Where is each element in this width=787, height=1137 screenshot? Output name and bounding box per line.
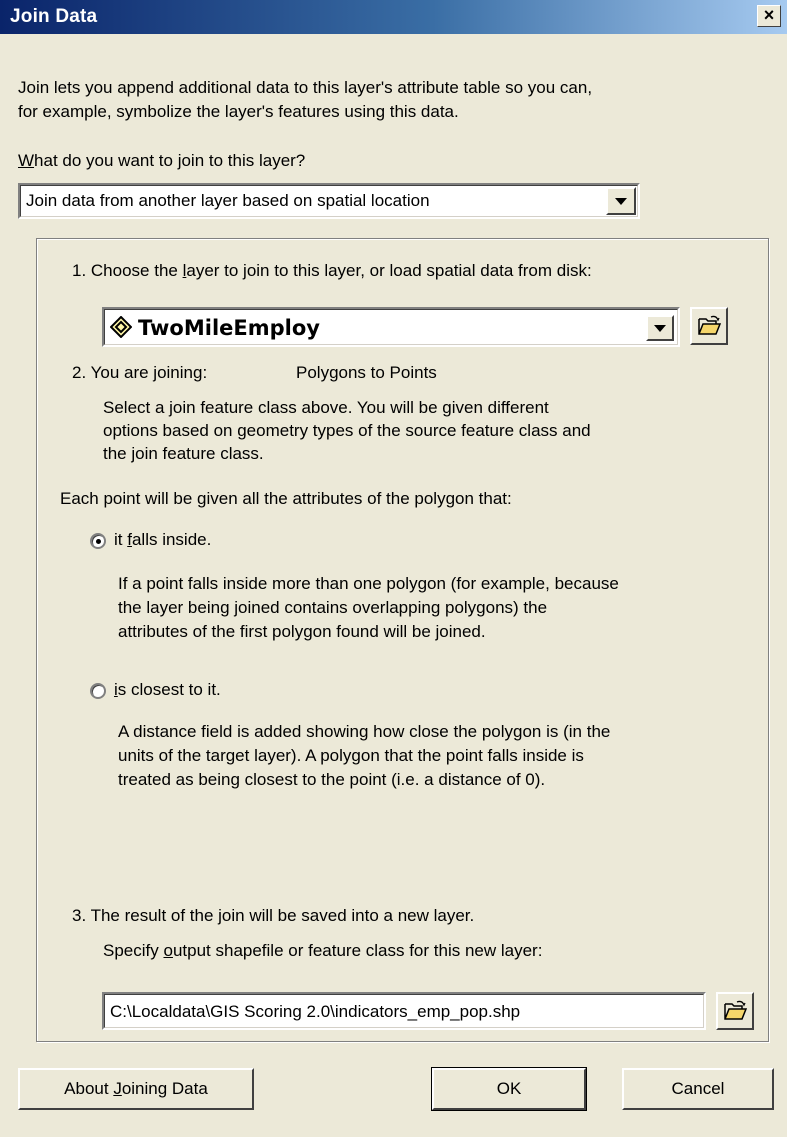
closest-desc-line3: treated as being closest to the point (i… xyxy=(118,770,546,789)
join-type-select[interactable]: Join data from another layer based on sp… xyxy=(18,183,640,219)
falls-inside-radio[interactable] xyxy=(90,533,106,549)
intro-text-line2: for example, symbolize the layer's featu… xyxy=(18,102,459,121)
layer-polygon-icon xyxy=(109,315,133,339)
join-question-label: What do you want to join to this layer? xyxy=(18,150,305,172)
falls-inside-label-a: it xyxy=(114,530,128,549)
close-icon: × xyxy=(763,5,775,25)
closest-radio[interactable] xyxy=(90,683,106,699)
step1-label-b: ayer to join to this layer, or load spat… xyxy=(186,261,592,280)
title-bar[interactable]: Join Data × xyxy=(0,0,787,34)
mnemonic-o: o xyxy=(163,941,173,960)
layer-select[interactable]: TwoMileEmploy xyxy=(102,307,680,347)
step2-label: 2. You are joining: xyxy=(72,363,208,382)
about-a: About xyxy=(64,1079,114,1098)
closest-label[interactable]: is closest to it. xyxy=(114,679,221,701)
join-type-value: Join data from another layer based on sp… xyxy=(26,191,430,210)
join-data-dialog: Join Data × Join lets you append additio… xyxy=(0,0,787,1137)
open-folder-icon xyxy=(697,315,722,342)
output-spec-b: utput shapefile or feature class for thi… xyxy=(172,941,543,960)
closest-label-b: s closest to it. xyxy=(117,680,221,699)
layer-select-value: TwoMileEmploy xyxy=(138,316,320,340)
intro-text-line1: Join lets you append additional data to … xyxy=(18,78,593,97)
output-path-input[interactable]: C:\Localdata\GIS Scoring 2.0\indicators_… xyxy=(102,992,706,1030)
closest-desc-line2: units of the target layer). A polygon th… xyxy=(118,746,584,765)
browse-output-button[interactable] xyxy=(716,992,754,1030)
open-folder-icon xyxy=(723,1000,748,1027)
output-spec-a: Specify xyxy=(103,941,164,960)
step2-desc-line1: Select a join feature class above. You w… xyxy=(103,398,549,417)
about-joining-data-button[interactable]: About Joining Data xyxy=(18,1068,254,1110)
about-b: oining Data xyxy=(121,1079,208,1098)
output-path-value: C:\Localdata\GIS Scoring 2.0\indicators_… xyxy=(110,1002,521,1021)
point-rule-intro: Each point will be given all the attribu… xyxy=(60,489,512,508)
step1-label: 1. Choose the layer to join to this laye… xyxy=(72,260,592,282)
falls-inside-desc-line1: If a point falls inside more than one po… xyxy=(118,574,619,593)
falls-inside-label[interactable]: it falls inside. xyxy=(114,529,211,551)
step1-label-a: 1. Choose the xyxy=(72,261,183,280)
browse-layer-button[interactable] xyxy=(690,307,728,345)
step3-label: 3. The result of the join will be saved … xyxy=(72,906,475,925)
mnemonic-j: J xyxy=(113,1079,122,1098)
mnemonic-w: W xyxy=(18,151,35,170)
join-question-text: hat do you want to join to this layer? xyxy=(34,151,306,170)
step2-desc-line3: the join feature class. xyxy=(103,444,264,463)
cancel-button[interactable]: Cancel xyxy=(622,1068,774,1110)
step2-desc-line2: options based on geometry types of the s… xyxy=(103,421,591,440)
join-geometry-value: Polygons to Points xyxy=(296,363,437,382)
window-title: Join Data xyxy=(10,6,98,27)
closest-desc-line1: A distance field is added showing how cl… xyxy=(118,722,611,741)
ok-button[interactable]: OK xyxy=(431,1067,587,1111)
close-button[interactable]: × xyxy=(757,5,781,27)
dropdown-arrow-icon[interactable] xyxy=(606,187,636,215)
output-spec-label: Specify output shapefile or feature clas… xyxy=(103,940,542,962)
falls-inside-label-b: alls inside. xyxy=(131,530,212,549)
falls-inside-desc-line2: the layer being joined contains overlapp… xyxy=(118,598,548,617)
dropdown-arrow-icon[interactable] xyxy=(646,315,674,341)
falls-inside-desc-line3: attributes of the first polygon found wi… xyxy=(118,622,486,641)
